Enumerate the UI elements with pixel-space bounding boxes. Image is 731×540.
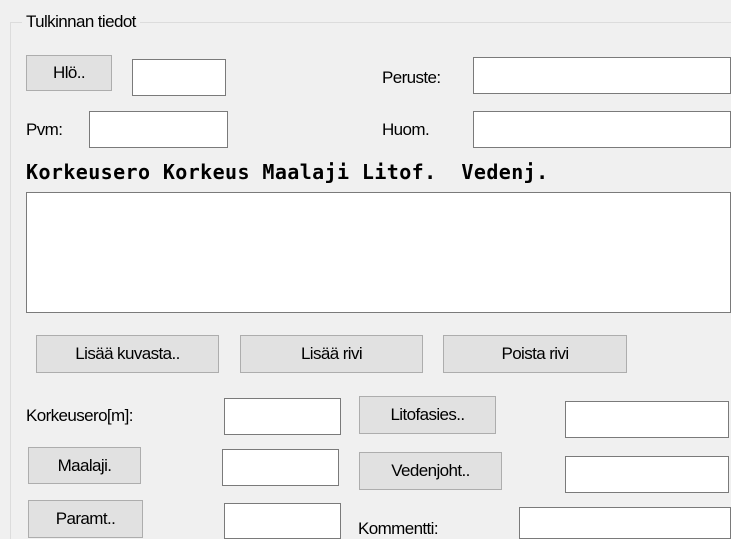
person-field[interactable] xyxy=(132,59,226,96)
add-row-button[interactable]: Lisää rivi xyxy=(240,335,423,373)
water-conductivity-field[interactable] xyxy=(565,456,729,493)
interpretation-panel: Tulkinnan tiedot Hlö.. Peruste: Pvm: Huo… xyxy=(0,0,731,539)
height-difference-label: Korkeusero[m]: xyxy=(26,406,133,425)
lithofacies-button[interactable]: Litofasies.. xyxy=(359,396,496,434)
layer-list[interactable] xyxy=(26,192,731,313)
group-title: Tulkinnan tiedot xyxy=(22,10,140,34)
comment-label: Kommentti: xyxy=(358,519,439,538)
comment-field[interactable] xyxy=(519,507,731,539)
group-border-left xyxy=(10,22,11,539)
soil-type-field[interactable] xyxy=(222,449,339,486)
person-button[interactable]: Hlö.. xyxy=(26,55,112,91)
date-field[interactable] xyxy=(89,111,228,148)
parameters-button[interactable]: Paramt.. xyxy=(28,500,143,538)
huom-field[interactable] xyxy=(473,111,731,148)
height-difference-field[interactable] xyxy=(224,398,341,435)
peruste-field[interactable] xyxy=(473,57,731,94)
peruste-label: Peruste: xyxy=(382,68,441,87)
add-from-image-button[interactable]: Lisää kuvasta.. xyxy=(36,335,219,373)
table-column-header: Korkeusero Korkeus Maalaji Litof. Vedenj… xyxy=(26,160,549,184)
soil-type-button[interactable]: Maalaji. xyxy=(28,447,141,484)
water-conductivity-button[interactable]: Vedenjoht.. xyxy=(359,452,502,490)
date-label: Pvm: xyxy=(26,120,63,139)
remove-row-button[interactable]: Poista rivi xyxy=(443,335,627,373)
huom-label: Huom. xyxy=(382,120,430,139)
lithofacies-field[interactable] xyxy=(565,401,729,438)
parameters-field[interactable] xyxy=(224,503,341,539)
